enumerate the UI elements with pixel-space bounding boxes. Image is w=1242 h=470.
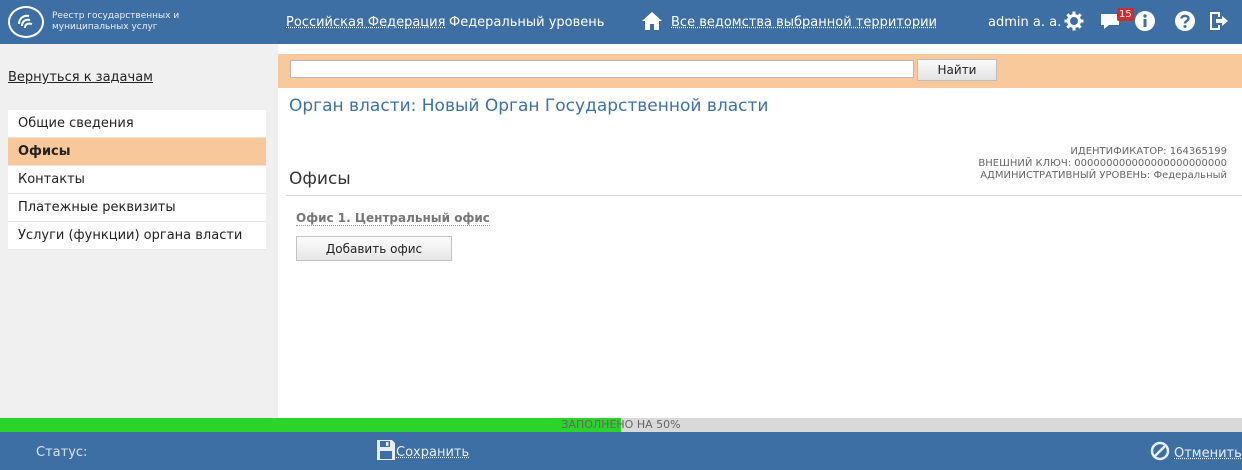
logo[interactable]: Реестр государственных и муниципальных у… xyxy=(8,6,212,38)
status-bar: Статус: Сохранить Отменить xyxy=(0,432,1242,470)
org-meta-info: ИДЕНТИФИКАТОР: 164365199 ВНЕШНИЙ КЛЮЧ: 0… xyxy=(978,146,1227,182)
sidebar-item-services[interactable]: Услуги (функции) органа власти xyxy=(8,222,266,250)
cancel-label: Отменить xyxy=(1174,445,1242,461)
page-title: Орган власти: Новый Орган Государственно… xyxy=(289,96,769,116)
nav-departments-link[interactable]: Все ведомства выбранной территории xyxy=(671,15,937,30)
home-icon[interactable] xyxy=(641,11,663,31)
notification-badge: 15 xyxy=(1117,8,1134,21)
save-button[interactable]: Сохранить xyxy=(376,439,469,465)
logo-emblem-icon xyxy=(8,6,44,38)
save-icon xyxy=(376,439,396,465)
help-icon[interactable] xyxy=(1173,9,1197,33)
section-title: Офисы xyxy=(289,169,351,189)
sidebar-item-general[interactable]: Общие сведения xyxy=(8,110,266,138)
identifier-text: ИДЕНТИФИКАТОР: 164365199 xyxy=(1070,146,1227,157)
back-to-tasks-link[interactable]: Вернуться к задачам xyxy=(8,70,153,85)
save-label: Сохранить xyxy=(396,444,470,460)
section-divider xyxy=(286,195,1242,196)
sidebar-item-offices[interactable]: Офисы xyxy=(8,138,266,166)
sidebar-item-contacts[interactable]: Контакты xyxy=(8,166,266,194)
office-item-link[interactable]: Офис 1. Центральный офис xyxy=(296,211,490,226)
sidebar-menu: Общие сведения Офисы Контакты Платежные … xyxy=(8,110,266,250)
progress-label: ЗАПОЛНЕНО НА 50% xyxy=(561,418,681,431)
external-key-text: ВНЕШНИЙ КЛЮЧ: 000000000000000000000000 xyxy=(978,158,1227,169)
admin-level-text: АДМИНИСТРАТИВНЫЙ УРОВЕНЬ: Федеральный xyxy=(980,170,1227,181)
nav-territory-link[interactable]: Российская Федерация xyxy=(286,15,445,30)
find-button[interactable]: Найти xyxy=(917,59,997,81)
search-bar: Найти xyxy=(278,54,1242,88)
info-icon[interactable] xyxy=(1133,9,1157,33)
user-name[interactable]: admin a. a. xyxy=(988,15,1061,30)
sidebar: Вернуться к задачам Общие сведения Офисы… xyxy=(0,44,278,418)
cancel-button[interactable]: Отменить xyxy=(1150,441,1242,465)
nav-level-link[interactable]: Федеральный уровень xyxy=(449,15,604,30)
cancel-icon xyxy=(1150,441,1170,465)
settings-icon[interactable] xyxy=(1062,9,1086,33)
add-office-button[interactable]: Добавить офис xyxy=(296,236,452,261)
top-header: Реестр государственных и муниципальных у… xyxy=(0,0,1242,44)
completion-progress-bar: ЗАПОЛНЕНО НА 50% xyxy=(0,418,1242,432)
search-input[interactable] xyxy=(290,60,914,78)
logo-text: Реестр государственных и муниципальных у… xyxy=(52,11,180,32)
sidebar-item-payment-details[interactable]: Платежные реквизиты xyxy=(8,194,266,222)
status-label: Статус: xyxy=(36,445,88,460)
logout-icon[interactable] xyxy=(1206,9,1230,33)
